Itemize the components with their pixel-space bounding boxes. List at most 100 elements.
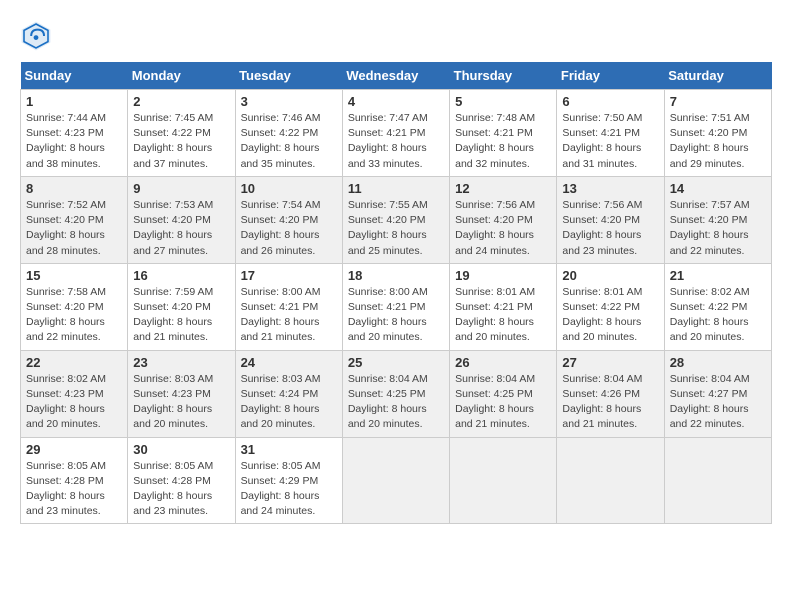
sunset-label: Sunset: 4:21 PM — [455, 127, 533, 139]
daylight-label: Daylight: 8 hours and 35 minutes. — [241, 142, 320, 169]
day-number: 22 — [26, 355, 122, 370]
sunrise-label: Sunrise: 8:05 AM — [133, 460, 213, 472]
day-info: Sunrise: 7:54 AM Sunset: 4:20 PM Dayligh… — [241, 198, 337, 259]
day-number: 24 — [241, 355, 337, 370]
daylight-label: Daylight: 8 hours and 20 minutes. — [348, 403, 427, 430]
day-info: Sunrise: 7:45 AM Sunset: 4:22 PM Dayligh… — [133, 111, 229, 172]
sunset-label: Sunset: 4:27 PM — [670, 388, 748, 400]
daylight-label: Daylight: 8 hours and 20 minutes. — [455, 316, 534, 343]
day-number: 18 — [348, 268, 444, 283]
sunset-label: Sunset: 4:20 PM — [133, 301, 211, 313]
daylight-label: Daylight: 8 hours and 23 minutes. — [26, 490, 105, 517]
day-number: 16 — [133, 268, 229, 283]
sunset-label: Sunset: 4:20 PM — [241, 214, 319, 226]
sunset-label: Sunset: 4:28 PM — [26, 475, 104, 487]
calendar-week-row: 29 Sunrise: 8:05 AM Sunset: 4:28 PM Dayl… — [21, 437, 772, 524]
calendar-week-row: 8 Sunrise: 7:52 AM Sunset: 4:20 PM Dayli… — [21, 176, 772, 263]
sunset-label: Sunset: 4:20 PM — [26, 214, 104, 226]
sunset-label: Sunset: 4:20 PM — [455, 214, 533, 226]
sunset-label: Sunset: 4:23 PM — [26, 127, 104, 139]
day-info: Sunrise: 8:05 AM Sunset: 4:28 PM Dayligh… — [26, 459, 122, 520]
day-number: 12 — [455, 181, 551, 196]
day-number: 5 — [455, 94, 551, 109]
sunset-label: Sunset: 4:21 PM — [348, 127, 426, 139]
day-number: 1 — [26, 94, 122, 109]
calendar-cell: 23 Sunrise: 8:03 AM Sunset: 4:23 PM Dayl… — [128, 350, 235, 437]
sunrise-label: Sunrise: 8:04 AM — [348, 373, 428, 385]
day-info: Sunrise: 8:03 AM Sunset: 4:24 PM Dayligh… — [241, 372, 337, 433]
daylight-label: Daylight: 8 hours and 25 minutes. — [348, 229, 427, 256]
sunrise-label: Sunrise: 7:56 AM — [562, 199, 642, 211]
calendar-cell: 15 Sunrise: 7:58 AM Sunset: 4:20 PM Dayl… — [21, 263, 128, 350]
sunset-label: Sunset: 4:22 PM — [670, 301, 748, 313]
sunset-label: Sunset: 4:24 PM — [241, 388, 319, 400]
daylight-label: Daylight: 8 hours and 31 minutes. — [562, 142, 641, 169]
daylight-label: Daylight: 8 hours and 28 minutes. — [26, 229, 105, 256]
calendar-cell: 20 Sunrise: 8:01 AM Sunset: 4:22 PM Dayl… — [557, 263, 664, 350]
day-number: 25 — [348, 355, 444, 370]
sunrise-label: Sunrise: 7:53 AM — [133, 199, 213, 211]
day-info: Sunrise: 7:57 AM Sunset: 4:20 PM Dayligh… — [670, 198, 766, 259]
day-number: 11 — [348, 181, 444, 196]
col-monday: Monday — [128, 62, 235, 90]
calendar-cell: 5 Sunrise: 7:48 AM Sunset: 4:21 PM Dayli… — [450, 90, 557, 177]
day-number: 6 — [562, 94, 658, 109]
day-info: Sunrise: 7:46 AM Sunset: 4:22 PM Dayligh… — [241, 111, 337, 172]
calendar-cell: 22 Sunrise: 8:02 AM Sunset: 4:23 PM Dayl… — [21, 350, 128, 437]
daylight-label: Daylight: 8 hours and 21 minutes. — [133, 316, 212, 343]
day-info: Sunrise: 7:58 AM Sunset: 4:20 PM Dayligh… — [26, 285, 122, 346]
day-info: Sunrise: 8:01 AM Sunset: 4:21 PM Dayligh… — [455, 285, 551, 346]
day-info: Sunrise: 7:59 AM Sunset: 4:20 PM Dayligh… — [133, 285, 229, 346]
sunrise-label: Sunrise: 8:04 AM — [670, 373, 750, 385]
sunset-label: Sunset: 4:25 PM — [348, 388, 426, 400]
daylight-label: Daylight: 8 hours and 32 minutes. — [455, 142, 534, 169]
daylight-label: Daylight: 8 hours and 38 minutes. — [26, 142, 105, 169]
day-number: 20 — [562, 268, 658, 283]
day-info: Sunrise: 7:44 AM Sunset: 4:23 PM Dayligh… — [26, 111, 122, 172]
day-number: 14 — [670, 181, 766, 196]
sunrise-label: Sunrise: 8:00 AM — [348, 286, 428, 298]
calendar-header-row: Sunday Monday Tuesday Wednesday Thursday… — [21, 62, 772, 90]
day-number: 23 — [133, 355, 229, 370]
calendar-cell: 19 Sunrise: 8:01 AM Sunset: 4:21 PM Dayl… — [450, 263, 557, 350]
col-tuesday: Tuesday — [235, 62, 342, 90]
sunset-label: Sunset: 4:20 PM — [562, 214, 640, 226]
sunrise-label: Sunrise: 8:02 AM — [670, 286, 750, 298]
sunrise-label: Sunrise: 8:00 AM — [241, 286, 321, 298]
daylight-label: Daylight: 8 hours and 22 minutes. — [26, 316, 105, 343]
col-wednesday: Wednesday — [342, 62, 449, 90]
calendar-week-row: 22 Sunrise: 8:02 AM Sunset: 4:23 PM Dayl… — [21, 350, 772, 437]
calendar-cell: 26 Sunrise: 8:04 AM Sunset: 4:25 PM Dayl… — [450, 350, 557, 437]
sunset-label: Sunset: 4:25 PM — [455, 388, 533, 400]
sunset-label: Sunset: 4:29 PM — [241, 475, 319, 487]
sunrise-label: Sunrise: 7:52 AM — [26, 199, 106, 211]
page-header — [20, 20, 772, 52]
daylight-label: Daylight: 8 hours and 23 minutes. — [133, 490, 212, 517]
calendar-cell — [450, 437, 557, 524]
day-info: Sunrise: 8:05 AM Sunset: 4:28 PM Dayligh… — [133, 459, 229, 520]
calendar-cell — [664, 437, 771, 524]
logo — [20, 20, 56, 52]
calendar-cell: 4 Sunrise: 7:47 AM Sunset: 4:21 PM Dayli… — [342, 90, 449, 177]
day-number: 3 — [241, 94, 337, 109]
daylight-label: Daylight: 8 hours and 20 minutes. — [670, 316, 749, 343]
sunset-label: Sunset: 4:20 PM — [670, 214, 748, 226]
sunset-label: Sunset: 4:22 PM — [133, 127, 211, 139]
day-number: 26 — [455, 355, 551, 370]
daylight-label: Daylight: 8 hours and 29 minutes. — [670, 142, 749, 169]
day-number: 8 — [26, 181, 122, 196]
daylight-label: Daylight: 8 hours and 22 minutes. — [670, 229, 749, 256]
calendar-cell: 18 Sunrise: 8:00 AM Sunset: 4:21 PM Dayl… — [342, 263, 449, 350]
calendar-cell: 11 Sunrise: 7:55 AM Sunset: 4:20 PM Dayl… — [342, 176, 449, 263]
sunrise-label: Sunrise: 8:01 AM — [455, 286, 535, 298]
daylight-label: Daylight: 8 hours and 21 minutes. — [562, 403, 641, 430]
sunset-label: Sunset: 4:20 PM — [670, 127, 748, 139]
day-info: Sunrise: 8:04 AM Sunset: 4:25 PM Dayligh… — [348, 372, 444, 433]
day-number: 30 — [133, 442, 229, 457]
daylight-label: Daylight: 8 hours and 21 minutes. — [241, 316, 320, 343]
day-info: Sunrise: 7:52 AM Sunset: 4:20 PM Dayligh… — [26, 198, 122, 259]
sunrise-label: Sunrise: 8:03 AM — [133, 373, 213, 385]
calendar-cell: 16 Sunrise: 7:59 AM Sunset: 4:20 PM Dayl… — [128, 263, 235, 350]
sunrise-label: Sunrise: 7:51 AM — [670, 112, 750, 124]
sunset-label: Sunset: 4:22 PM — [562, 301, 640, 313]
